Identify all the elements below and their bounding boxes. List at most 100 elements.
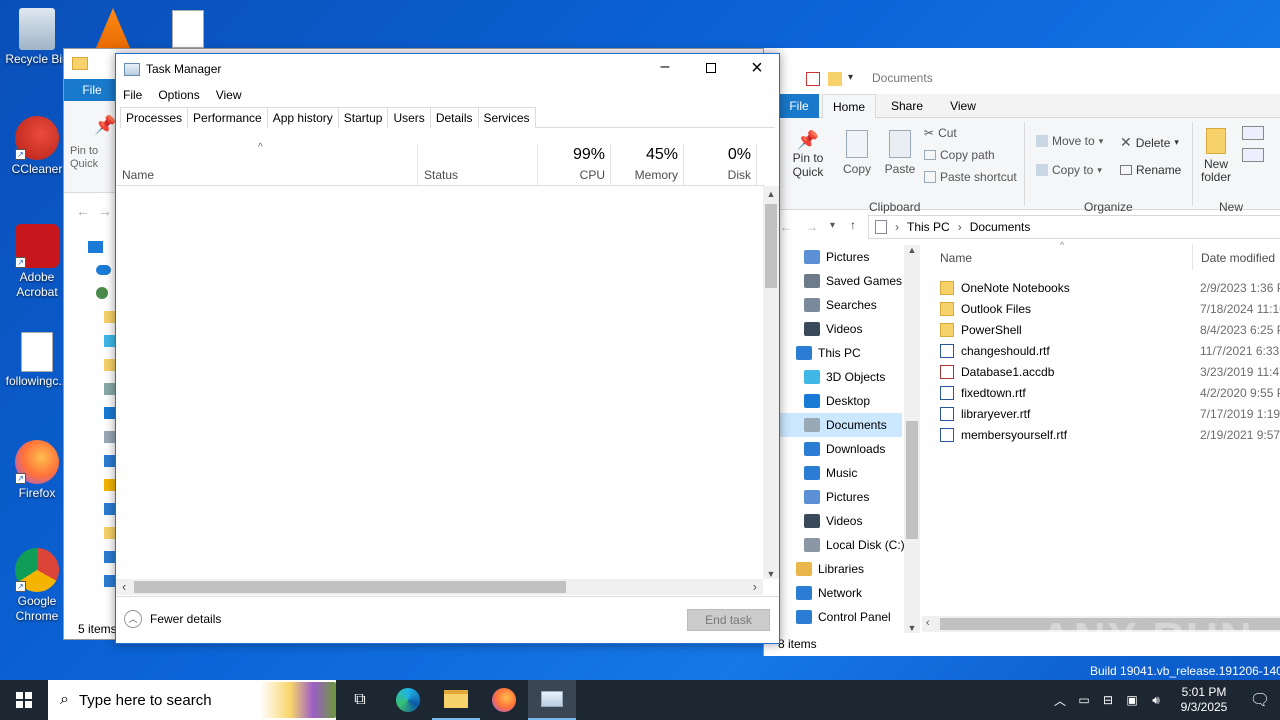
scroll-thumb[interactable] [765,204,777,288]
list-item[interactable]: PowerShell [940,319,1022,340]
tab-view[interactable]: View [938,94,988,118]
back-arrow-icon[interactable]: ← [780,220,792,234]
task-view-button[interactable]: ⧉ [336,680,384,720]
taskbar-edge[interactable] [384,680,432,720]
nav-item-network[interactable]: Network [780,581,905,605]
list-item[interactable]: Outlook Files [940,298,1031,319]
fewer-details-button[interactable]: ︿ Fewer details [124,610,221,628]
tablet-icon[interactable]: ▭ [1072,693,1096,707]
nav-item-downloads[interactable]: Downloads [780,437,905,461]
tab-details[interactable]: Details [429,107,479,128]
tab-file[interactable]: File [779,94,819,118]
nav-item-3d-objects[interactable]: 3D Objects [780,365,905,389]
taskbar-firefox[interactable] [480,680,528,720]
tab-home[interactable]: Home [822,94,876,118]
list-item[interactable]: OneNote Notebooks [940,277,1070,298]
start-button[interactable] [0,680,48,720]
taskbar-search[interactable]: ⌕ Type here to search [48,680,336,720]
cut-button[interactable]: ✂ Cut [924,126,957,140]
new-item-icon[interactable] [1242,126,1264,140]
breadcrumb-documents[interactable]: Documents [970,220,1031,234]
copy-to-button[interactable]: Copy to ▾ [1036,163,1102,177]
chevron-left-icon[interactable]: ‹ [926,617,930,629]
clock[interactable]: 5:01 PM 9/3/2025 [1168,685,1240,715]
chevron-up-icon[interactable]: ▲ [904,245,920,261]
chevron-up-icon[interactable]: ▲ [763,186,779,202]
nav-item-pictures[interactable]: Pictures [780,245,905,269]
easy-access-icon[interactable] [1242,148,1264,162]
new-folder-button[interactable]: New folder [1196,128,1236,184]
list-item[interactable]: fixedtown.rtf [940,382,1026,403]
paste-shortcut-button[interactable]: Paste shortcut [924,170,1017,184]
column-header-cpu[interactable]: 99% CPU [538,144,611,186]
image-file-icon[interactable] [172,10,204,48]
process-hscrollbar[interactable]: ‹ › [116,579,763,595]
list-item[interactable]: libraryever.rtf [940,403,1030,424]
notification-icon[interactable]: 🗨︎ [1240,690,1280,710]
taskbar-file-explorer[interactable] [432,680,480,720]
chevron-up-icon[interactable]: ︿ [1048,692,1072,709]
column-header-name[interactable]: Name [116,144,418,186]
pin-to-quick-access-button[interactable]: 📌 Pin to Quick access [778,130,838,179]
menu-options[interactable]: Options [158,88,199,102]
close-button[interactable]: × [734,54,780,82]
nav-scrollbar[interactable]: ▲ ▼ [904,245,920,633]
tab-processes[interactable]: Processes [120,107,189,129]
list-item[interactable]: Database1.accdb [940,361,1054,382]
nav-item-music[interactable]: Music [780,461,905,485]
volume-icon[interactable]: 🔊︎ [1144,693,1168,708]
tab-services[interactable]: Services [477,107,536,128]
copy-path-button[interactable]: Copy path [924,148,995,162]
nav-item-videos-2[interactable]: Videos [780,509,905,533]
nav-item-documents[interactable]: Documents [780,413,902,437]
breadcrumb-this-pc[interactable]: This PC [907,220,950,234]
hscroll-thumb[interactable] [134,581,566,593]
chevron-left-icon[interactable]: ‹ [122,579,126,594]
folder-icon[interactable] [828,72,842,86]
chevron-right-icon[interactable]: › [753,579,757,594]
nav-item-videos[interactable]: Videos [780,317,905,341]
vlc-icon[interactable] [96,8,130,48]
rename-button[interactable]: Rename [1120,163,1181,177]
nav-item-local-disk[interactable]: Local Disk (C:) [780,533,905,557]
column-header-status[interactable]: Status [418,144,538,186]
maximize-button[interactable] [688,54,734,82]
nav-item-searches[interactable]: Searches [780,293,905,317]
copy-button[interactable]: Copy [842,130,872,176]
scroll-thumb[interactable] [906,421,918,539]
column-header-date-modified[interactable]: Date modified [1201,251,1275,265]
nav-item-control-panel[interactable]: Control Panel [780,605,905,629]
nav-item-libraries[interactable]: Libraries [780,557,905,581]
minimize-button[interactable]: – [642,54,688,82]
nav-item-saved-games[interactable]: Saved Games [780,269,905,293]
task-manager-window[interactable]: Task Manager – × File Options View Proce… [115,53,780,644]
process-vscrollbar[interactable]: ▲ ▼ [763,186,779,579]
nav-item-desktop[interactable]: Desktop [780,389,905,413]
nav-item-this-pc[interactable]: This PC [780,341,905,365]
column-header-memory[interactable]: 45% Memory [611,144,684,186]
end-task-button[interactable]: End task [687,609,770,631]
process-list[interactable] [116,186,763,579]
menu-view[interactable]: View [216,88,242,102]
tab-performance[interactable]: Performance [187,107,268,128]
chevron-down-icon[interactable]: ▼ [763,569,779,579]
nav-item-pictures-2[interactable]: Pictures [780,485,905,509]
column-header-disk[interactable]: 0% Disk [684,144,757,186]
tab-share[interactable]: Share [882,94,932,118]
delete-button[interactable]: ✕ Delete ▾ [1120,134,1179,151]
tab-startup[interactable]: Startup [337,107,389,128]
properties-icon[interactable] [806,72,820,86]
list-item[interactable]: changeshould.rtf [940,340,1050,361]
menu-file[interactable]: File [123,88,142,102]
network-icon[interactable]: ⊟ [1096,693,1120,707]
chevron-down-icon[interactable]: ▼ [904,623,920,633]
list-item[interactable]: membersyourself.rtf [940,424,1067,445]
move-to-button[interactable]: Move to ▾ [1036,134,1103,148]
back-file-tab[interactable]: File [64,79,120,101]
forward-arrow-icon[interactable]: → [806,220,818,234]
taskbar-task-manager[interactable] [528,680,576,720]
tab-users[interactable]: Users [387,107,431,128]
up-arrow-icon[interactable]: ↑ [850,218,856,232]
column-header-name[interactable]: Name [940,251,972,265]
monitor-icon[interactable]: ▣ [1120,693,1144,707]
